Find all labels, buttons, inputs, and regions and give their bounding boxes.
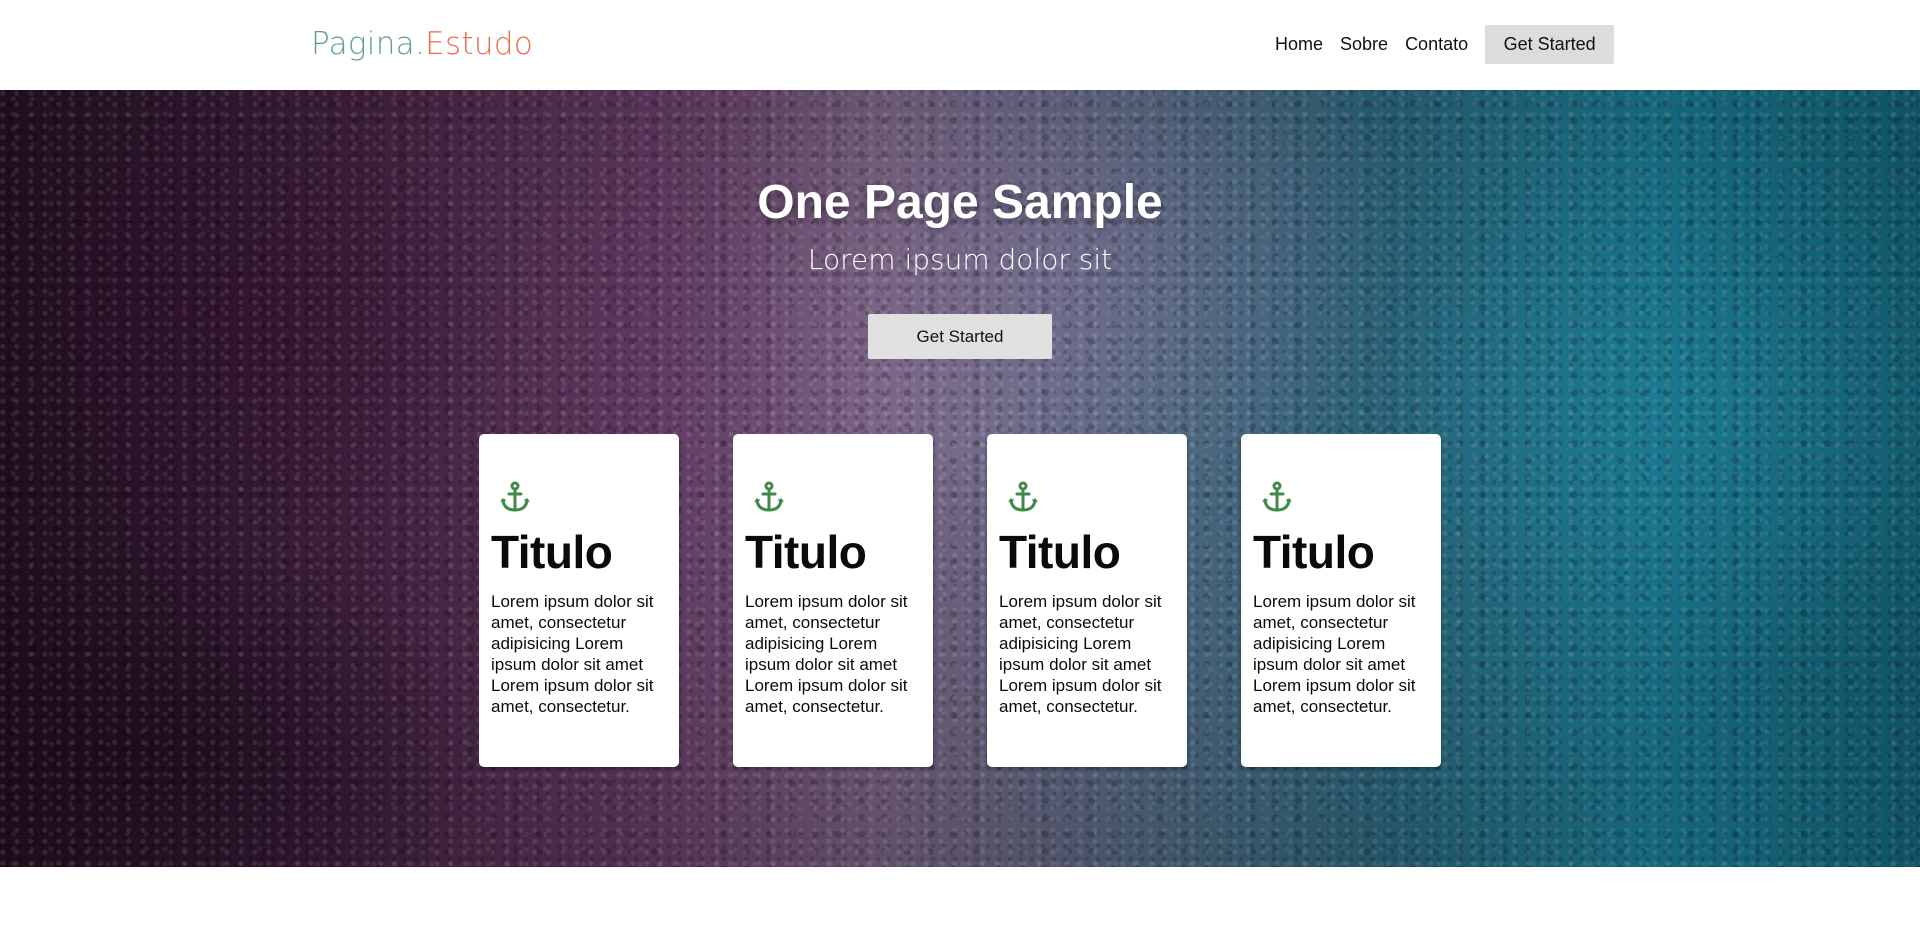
- main-nav: Home Sobre Contato Get Started: [1275, 25, 1615, 64]
- logo-part-1: Pagina.: [311, 26, 426, 62]
- nav-get-started-button[interactable]: Get Started: [1485, 25, 1615, 64]
- page-footer-space: [0, 867, 1920, 942]
- card-title: Titulo: [1253, 526, 1375, 578]
- logo-part-2: Estudo: [425, 26, 534, 62]
- site-header: Pagina.Estudo Home Sobre Contato Get Sta…: [0, 0, 1920, 90]
- feature-card: Titulo Lorem ipsum dolor sit amet, conse…: [1241, 434, 1441, 767]
- anchor-icon: [1262, 481, 1292, 512]
- hero-title: One Page Sample: [757, 176, 1163, 229]
- feature-card: Titulo Lorem ipsum dolor sit amet, conse…: [733, 434, 933, 767]
- site-logo[interactable]: Pagina.Estudo: [311, 22, 533, 66]
- anchor-icon: [1008, 481, 1038, 512]
- feature-cards: Titulo Lorem ipsum dolor sit amet, conse…: [479, 434, 1441, 767]
- card-title: Titulo: [491, 526, 613, 578]
- card-text: Lorem ipsum dolor sit amet, consectetur …: [491, 592, 654, 716]
- card-text: Lorem ipsum dolor sit amet, consectetur …: [1253, 592, 1416, 716]
- hero-get-started-button[interactable]: Get Started: [868, 314, 1052, 359]
- nav-link-contato[interactable]: Contato: [1405, 25, 1468, 64]
- anchor-icon: [754, 481, 784, 512]
- feature-card: Titulo Lorem ipsum dolor sit amet, conse…: [479, 434, 679, 767]
- nav-link-sobre[interactable]: Sobre: [1340, 25, 1388, 64]
- card-title: Titulo: [745, 526, 867, 578]
- card-title: Titulo: [999, 526, 1121, 578]
- hero-section: One Page Sample Lorem ipsum dolor sit Ge…: [0, 90, 1920, 867]
- card-text: Lorem ipsum dolor sit amet, consectetur …: [999, 592, 1162, 716]
- card-text: Lorem ipsum dolor sit amet, consectetur …: [745, 592, 908, 716]
- hero-subtitle: Lorem ipsum dolor sit: [807, 243, 1113, 276]
- nav-link-home[interactable]: Home: [1275, 25, 1323, 64]
- feature-card: Titulo Lorem ipsum dolor sit amet, conse…: [987, 434, 1187, 767]
- anchor-icon: [500, 481, 530, 512]
